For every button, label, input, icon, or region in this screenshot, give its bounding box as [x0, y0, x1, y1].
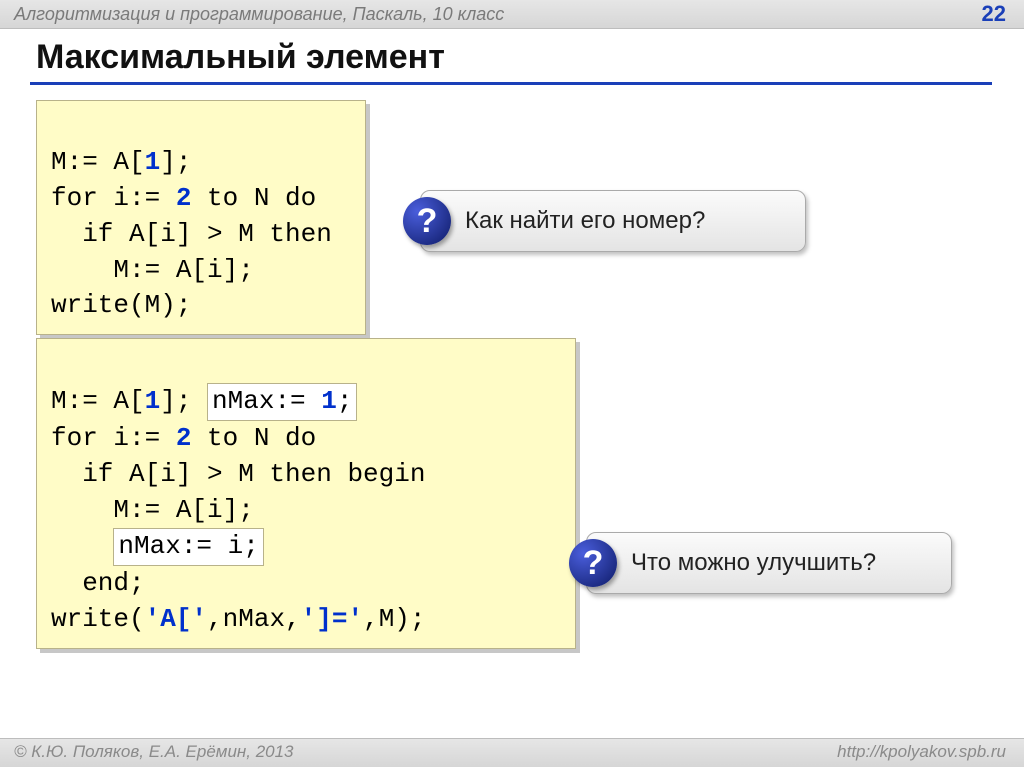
- callout-question-1: ? Как найти его номер?: [420, 190, 806, 252]
- code-line: M:= A[1]; nMax:= 1;: [51, 386, 357, 416]
- code-line: M:= A[1];: [51, 147, 191, 177]
- code-line: M:= A[i];: [51, 495, 254, 525]
- breadcrumb: Алгоритмизация и программирование, Паска…: [14, 4, 504, 25]
- code-line: if A[i] > M then begin: [51, 459, 425, 489]
- code-line: for i:= 2 to N do: [51, 183, 316, 213]
- code-line: M:= A[i];: [51, 255, 254, 285]
- page-title: Максимальный элемент: [36, 38, 445, 77]
- footer-url: http://kpolyakov.spb.ru: [837, 742, 1006, 762]
- title-rule: [30, 82, 992, 85]
- code-line: if A[i] > M then: [51, 219, 332, 249]
- code-line: end;: [51, 568, 145, 598]
- footer-copyright: © К.Ю. Поляков, Е.А. Ерёмин, 2013: [14, 742, 294, 762]
- code-line: nMax:= i;: [51, 531, 264, 561]
- code-box-2: M:= A[1]; nMax:= 1; for i:= 2 to N do if…: [36, 338, 576, 649]
- callout-text: Как найти его номер?: [465, 207, 705, 235]
- callout-question-2: ? Что можно улучшить?: [586, 532, 952, 594]
- code-line: write(M);: [51, 290, 191, 320]
- callout-text: Что можно улучшить?: [631, 549, 876, 577]
- question-mark-icon: ?: [569, 539, 617, 587]
- page-number: 22: [982, 1, 1006, 27]
- code-line: for i:= 2 to N do: [51, 423, 316, 453]
- code-line: write('A[',nMax,']=',M);: [51, 604, 426, 634]
- question-mark-icon: ?: [403, 197, 451, 245]
- code-box-1: M:= A[1]; for i:= 2 to N do if A[i] > M …: [36, 100, 366, 335]
